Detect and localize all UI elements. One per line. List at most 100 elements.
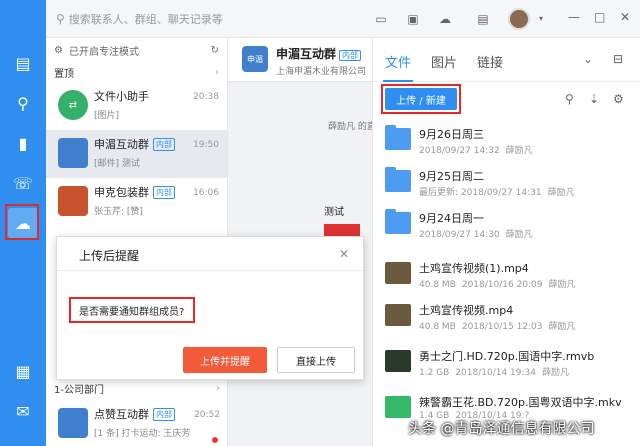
mail-icon[interactable]: ✉ [8, 396, 38, 426]
conversation-name: 文件小助手 [94, 90, 149, 103]
file-date: 2018/10/14 19:34 [455, 368, 536, 378]
video-thumbnail [385, 304, 411, 326]
chevron-right-icon: › [216, 382, 220, 394]
conversation-time: 20:38 [193, 92, 219, 102]
file-name: 9月25日周二 [419, 170, 484, 183]
search-bar[interactable]: ⚲ 搜索联系人、群组、聊天记录等 [56, 9, 276, 29]
dialog-title: 上传后提醒 [79, 249, 140, 263]
message-icon[interactable]: ▭ [372, 10, 390, 28]
group-avatar [58, 186, 88, 216]
conversation-name: 点赞互动群 [94, 408, 149, 421]
active-tab-indicator [383, 80, 413, 82]
apps-grid-icon[interactable]: ▦ [8, 356, 38, 386]
internal-badge: 内部 [153, 185, 175, 199]
tab-links[interactable]: 链接 [477, 52, 503, 71]
list-item[interactable]: 9月24日周一 2018/09/27 14:30 薛励凡 [373, 204, 640, 244]
calendar-icon[interactable]: ▤ [474, 10, 492, 28]
list-item[interactable]: 申克包装群 内部 16:06 张玉芹: [赞] [46, 178, 227, 226]
watermark: 头条 @青岛泽通信息有限公司 [408, 421, 595, 437]
file-owner: 薛励凡 [542, 368, 570, 378]
video-thumbnail [385, 262, 411, 284]
search-icon: ⚲ [56, 12, 65, 26]
file-name: 9月24日周一 [419, 212, 484, 225]
internal-badge: 内部 [153, 407, 175, 421]
section-pinned[interactable]: 置顶 › [46, 62, 227, 82]
file-owner: 薛励凡 [548, 322, 576, 332]
file-size: 40.8 MB [419, 280, 456, 290]
internal-badge: 内部 [339, 50, 362, 61]
video-file-icon [385, 396, 411, 418]
cloud-upload-icon[interactable]: ☁ [436, 10, 454, 28]
close-panel-icon[interactable]: ⊟ [613, 52, 623, 66]
section-dept[interactable]: 1-公司部门 › [46, 378, 228, 398]
upload-button[interactable]: 上传 / 新建 [385, 88, 457, 110]
sort-icon[interactable]: ⇣ [589, 92, 599, 106]
list-item[interactable]: 点赞互动群 内部 20:52 [1 条] 打卡运动: 王庆芳 [46, 400, 228, 446]
screen-share-icon[interactable]: ▣ [404, 10, 422, 28]
phone-icon[interactable]: ☏ [8, 168, 38, 198]
dialog-question: 是否需要通知群组成员? [79, 307, 185, 318]
gear-icon[interactable]: ⚙ [613, 92, 624, 106]
tab-images[interactable]: 图片 [431, 52, 457, 71]
upload-and-notify-button[interactable]: 上传并提醒 [183, 347, 267, 373]
conversation-preview: [图片] [94, 111, 120, 121]
chat-header: 申湄 申湄互动群 内部 上海申湄木业有限公司 [228, 38, 372, 82]
chat-icon[interactable]: ▤ [8, 48, 38, 78]
message-bubble: 测试 [324, 207, 344, 218]
upload-reminder-dialog: 上传后提醒 ✕ 是否需要通知群组成员? 上传并提醒 直接上传 [56, 236, 364, 380]
list-item[interactable]: 9月25日周二 最后更新: 2018/09/27 14:31 薛励凡 [373, 162, 640, 202]
maximize-icon[interactable]: □ [594, 10, 605, 24]
file-size: 40.8 MB [419, 322, 456, 332]
pin-icon[interactable]: ⚲ [8, 88, 38, 118]
chat-title-text: 申湄互动群 [276, 47, 337, 61]
close-icon[interactable]: ✕ [339, 247, 349, 261]
file-size: 1.2 GB [419, 368, 450, 378]
chat-subtitle: 上海申湄木业有限公司 [276, 67, 367, 77]
file-helper-icon: ⇄ [58, 90, 88, 120]
group-avatar [58, 138, 88, 168]
list-item[interactable]: ⇄ 文件小助手 20:38 [图片] [46, 82, 227, 130]
upload-directly-button[interactable]: 直接上传 [277, 347, 355, 373]
section-dept-label: 1-公司部门 [54, 384, 104, 396]
tab-files[interactable]: 文件 [385, 52, 411, 71]
file-panel: 文件 图片 链接 ⌄ ⊟ 上传 / 新建 ⚲ ⇣ ⚙ 9月26日周三 2018/… [372, 38, 640, 446]
dialog-header: 上传后提醒 ✕ [57, 237, 363, 271]
search-icon[interactable]: ⚲ [565, 92, 574, 106]
search-input[interactable]: 搜索联系人、群组、聊天记录等 [69, 11, 223, 27]
focus-icon: ⚙ [54, 44, 63, 56]
conversation-name: 申克包装群 [94, 186, 149, 199]
refresh-icon[interactable]: ↻ [211, 45, 219, 56]
chevron-down-icon[interactable]: ▾ [532, 10, 550, 28]
highlight-box [5, 204, 39, 240]
notebook-icon[interactable]: ▮ [8, 128, 38, 158]
chevron-down-icon[interactable]: ⌄ [583, 52, 593, 66]
conversation-time: 20:52 [194, 410, 220, 420]
focus-mode-bar[interactable]: ⚙ 已开启专注模式 ↻ [46, 38, 227, 62]
file-date: 2018/10/15 12:03 [461, 322, 543, 332]
file-name: 土鸡宣传视频(1).mp4 [419, 262, 529, 275]
list-item[interactable]: 土鸡宣传视频(1).mp4 40.8 MB 2018/10/16 20:09 薛励凡 [373, 254, 640, 294]
list-item[interactable]: 土鸡宣传视频.mp4 40.8 MB 2018/10/15 12:03 薛励凡 [373, 296, 640, 336]
file-owner: 薛励凡 [505, 146, 533, 156]
chat-title: 申湄互动群 内部 [276, 45, 362, 62]
message-sender: 薛励凡 的直 [328, 122, 376, 132]
group-avatar [58, 408, 88, 438]
close-icon[interactable]: ✕ [620, 10, 630, 24]
section-pinned-label: 置顶 [54, 68, 74, 80]
list-item[interactable]: 申湄互动群 内部 19:50 [邮件] 测试 [46, 130, 227, 178]
minimize-icon[interactable]: — [568, 10, 580, 24]
list-item[interactable]: 勇士之门.HD.720p.国语中字.rmvb 1.2 GB 2018/10/14 … [373, 342, 640, 382]
list-item[interactable]: 9月26日周三 2018/09/27 14:32 薛励凡 [373, 120, 640, 160]
file-date: 2018/09/27 14:32 [419, 146, 500, 156]
folder-icon [385, 167, 411, 192]
conversation-preview: [1 条] 打卡运动: 王庆芳 [94, 429, 191, 439]
folder-icon [385, 125, 411, 150]
avatar[interactable] [508, 8, 530, 30]
file-date: 2018/09/27 14:30 [419, 230, 500, 240]
conversation-time: 16:06 [193, 188, 219, 198]
conversation-preview: 张玉芹: [赞] [94, 207, 143, 217]
group-avatar[interactable]: 申湄 [242, 46, 268, 72]
internal-badge: 内部 [153, 137, 175, 151]
video-thumbnail [385, 350, 411, 372]
file-owner: 薛励凡 [547, 188, 575, 198]
